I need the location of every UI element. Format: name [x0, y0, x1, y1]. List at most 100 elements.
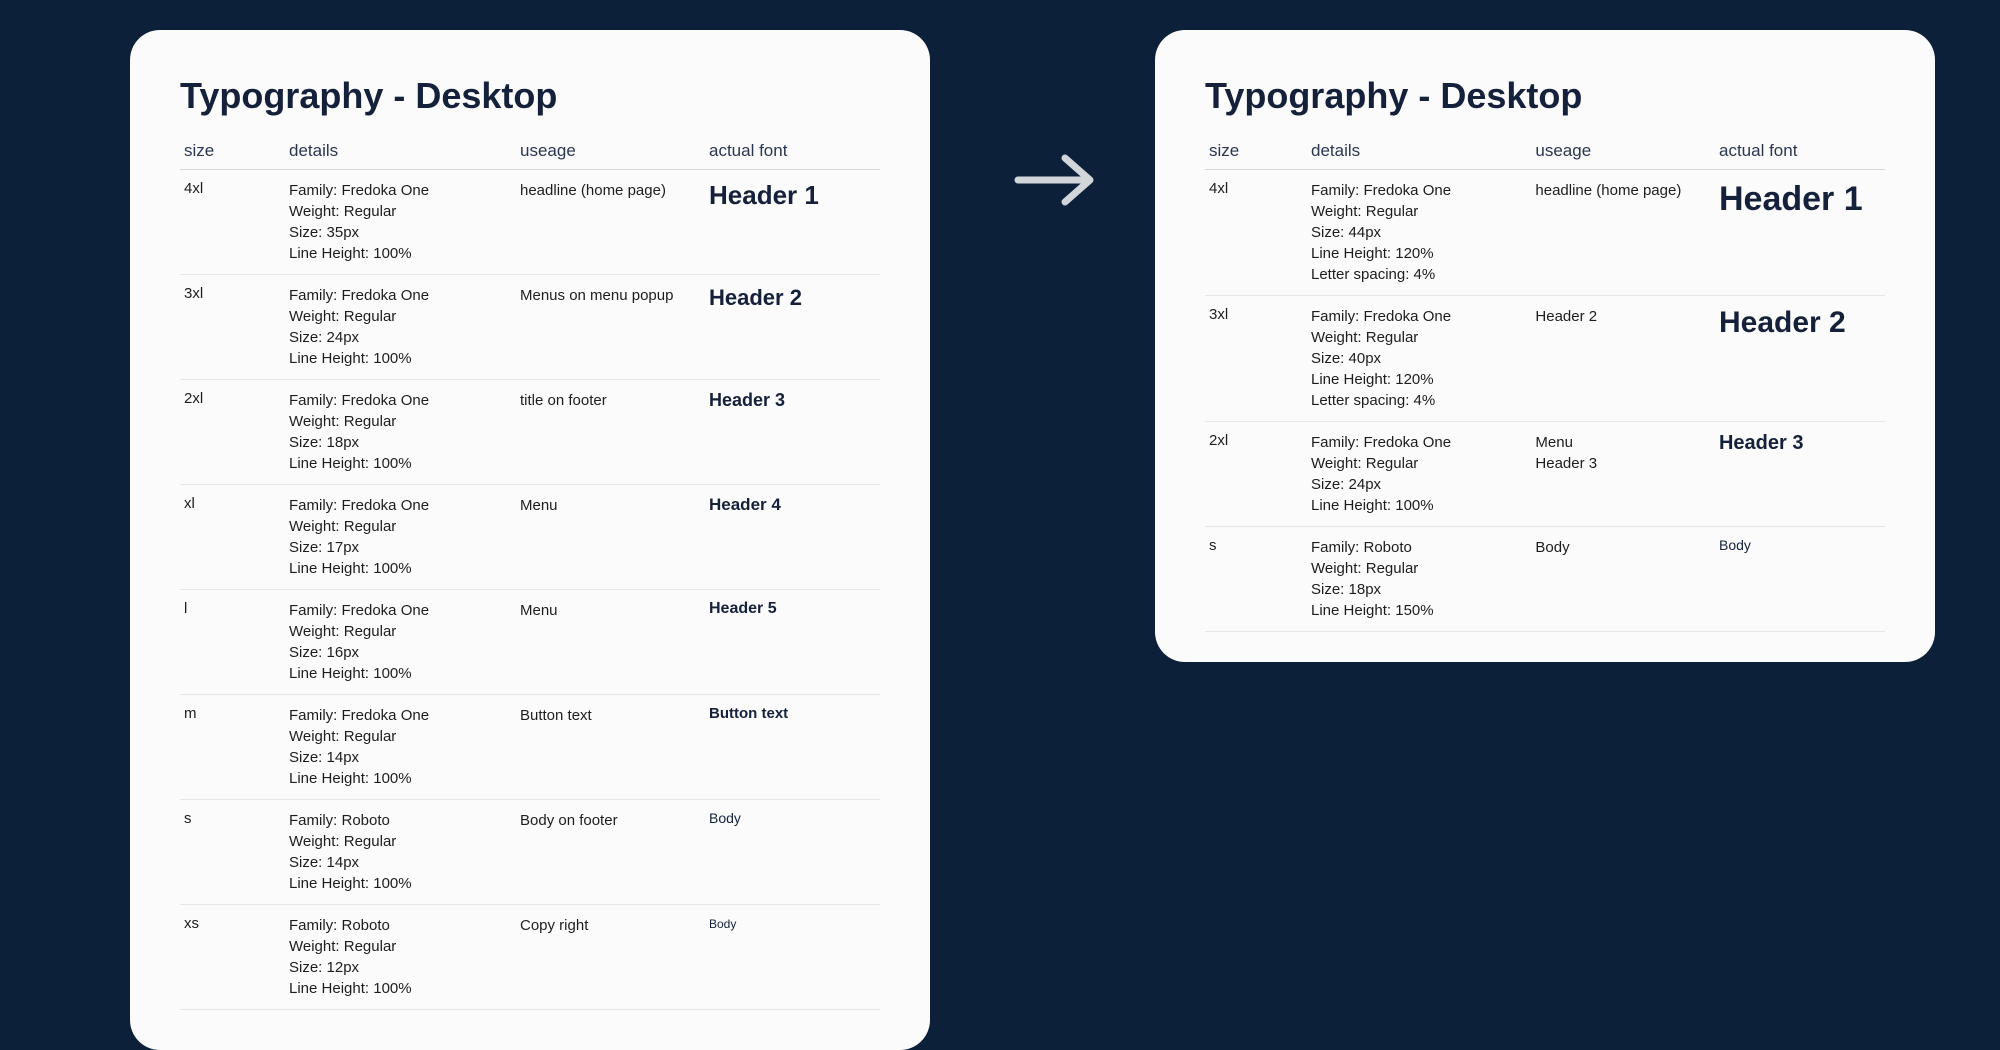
cell-details: Family: Fredoka OneWeight: RegularSize: …: [285, 275, 516, 380]
actual-font-sample: Header 1: [1719, 180, 1863, 218]
details-line: Size: 14px: [289, 852, 512, 873]
details-line: Family: Fredoka One: [289, 180, 512, 201]
card-title: Typography - Desktop: [1205, 75, 1885, 117]
details-line: Line Height: 100%: [289, 873, 512, 894]
cell-actual-font: Body: [1715, 527, 1885, 632]
actual-font-sample: Header 2: [1719, 306, 1846, 339]
cell-actual-font: Button text: [705, 695, 880, 800]
table-header-row: size details useage actual font: [180, 137, 880, 170]
details-line: Size: 12px: [289, 957, 512, 978]
details-line: Size: 35px: [289, 222, 512, 243]
details-line: Line Height: 100%: [289, 453, 512, 474]
cell-actual-font: Header 5: [705, 590, 880, 695]
col-header-actual: actual font: [1715, 137, 1885, 170]
arrow-right-icon: [1010, 150, 1100, 215]
cell-usage: Copy right: [516, 905, 705, 1010]
cell-details: Family: Fredoka OneWeight: RegularSize: …: [285, 380, 516, 485]
cell-details: Family: Fredoka OneWeight: RegularSize: …: [1307, 422, 1531, 527]
cell-actual-font: Header 3: [705, 380, 880, 485]
cell-actual-font: Header 4: [705, 485, 880, 590]
actual-font-sample: Header 3: [709, 390, 785, 410]
table-row: lFamily: Fredoka OneWeight: RegularSize:…: [180, 590, 880, 695]
cell-actual-font: Header 3: [1715, 422, 1885, 527]
details-line: Weight: Regular: [289, 306, 512, 327]
details-line: Family: Fredoka One: [289, 495, 512, 516]
details-line: Size: 16px: [289, 642, 512, 663]
details-line: Weight: Regular: [289, 936, 512, 957]
table-row: 2xlFamily: Fredoka OneWeight: RegularSiz…: [1205, 422, 1885, 527]
cell-details: Family: RobotoWeight: RegularSize: 12pxL…: [285, 905, 516, 1010]
usage-line: Header 3: [1535, 453, 1711, 474]
table-row: 4xlFamily: Fredoka OneWeight: RegularSiz…: [180, 170, 880, 275]
col-header-actual: actual font: [705, 137, 880, 170]
usage-line: Body on footer: [520, 810, 701, 831]
details-line: Line Height: 100%: [289, 243, 512, 264]
actual-font-sample: Header 4: [709, 495, 781, 514]
cell-actual-font: Body: [705, 800, 880, 905]
table-row: 3xlFamily: Fredoka OneWeight: RegularSiz…: [1205, 296, 1885, 422]
table-body-left: 4xlFamily: Fredoka OneWeight: RegularSiz…: [180, 170, 880, 1010]
table-row: 3xlFamily: Fredoka OneWeight: RegularSiz…: [180, 275, 880, 380]
actual-font-sample: Body: [709, 917, 736, 931]
details-line: Family: Fredoka One: [1311, 180, 1527, 201]
cell-size: l: [180, 590, 285, 695]
cell-usage: MenuHeader 3: [1531, 422, 1715, 527]
details-line: Size: 18px: [289, 432, 512, 453]
cell-size: s: [180, 800, 285, 905]
usage-line: Header 2: [1535, 306, 1711, 327]
usage-line: Menu: [1535, 432, 1711, 453]
details-line: Family: Fredoka One: [1311, 306, 1527, 327]
col-header-size: size: [180, 137, 285, 170]
cell-size: 3xl: [180, 275, 285, 380]
typography-table: size details useage actual font 4xlFamil…: [180, 137, 880, 1010]
details-line: Family: Fredoka One: [289, 285, 512, 306]
cell-usage: Header 2: [1531, 296, 1715, 422]
cell-details: Family: Fredoka OneWeight: RegularSize: …: [1307, 170, 1531, 296]
actual-font-sample: Header 5: [709, 600, 777, 617]
table-row: sFamily: RobotoWeight: RegularSize: 18px…: [1205, 527, 1885, 632]
cell-details: Family: Fredoka OneWeight: RegularSize: …: [285, 485, 516, 590]
details-line: Size: 40px: [1311, 348, 1527, 369]
details-line: Line Height: 120%: [1311, 369, 1527, 390]
details-line: Line Height: 100%: [289, 768, 512, 789]
actual-font-sample: Header 1: [709, 180, 819, 210]
cell-actual-font: Header 1: [1715, 170, 1885, 296]
cell-size: 2xl: [1205, 422, 1307, 527]
details-line: Weight: Regular: [289, 621, 512, 642]
cell-actual-font: Header 1: [705, 170, 880, 275]
col-header-details: details: [1307, 137, 1531, 170]
actual-font-sample: Header 2: [709, 285, 802, 310]
typography-card-after: Typography - Desktop size details useage…: [1155, 30, 1935, 662]
details-line: Line Height: 100%: [1311, 495, 1527, 516]
table-header-row: size details useage actual font: [1205, 137, 1885, 170]
details-line: Family: Roboto: [1311, 537, 1527, 558]
actual-font-sample: Body: [709, 810, 741, 826]
table-body-right: 4xlFamily: Fredoka OneWeight: RegularSiz…: [1205, 170, 1885, 632]
table-row: 4xlFamily: Fredoka OneWeight: RegularSiz…: [1205, 170, 1885, 296]
cell-size: xl: [180, 485, 285, 590]
cell-size: 3xl: [1205, 296, 1307, 422]
details-line: Weight: Regular: [1311, 327, 1527, 348]
cell-size: m: [180, 695, 285, 800]
cell-actual-font: Header 2: [705, 275, 880, 380]
actual-font-sample: Body: [1719, 537, 1751, 553]
col-header-details: details: [285, 137, 516, 170]
cell-size: 4xl: [180, 170, 285, 275]
details-line: Weight: Regular: [1311, 453, 1527, 474]
actual-font-sample: Header 3: [1719, 432, 1804, 454]
details-line: Line Height: 150%: [1311, 600, 1527, 621]
details-line: Family: Roboto: [289, 810, 512, 831]
details-line: Weight: Regular: [1311, 558, 1527, 579]
cell-details: Family: RobotoWeight: RegularSize: 14pxL…: [285, 800, 516, 905]
table-row: xsFamily: RobotoWeight: RegularSize: 12p…: [180, 905, 880, 1010]
details-line: Size: 24px: [1311, 474, 1527, 495]
usage-line: Copy right: [520, 915, 701, 936]
cell-size: s: [1205, 527, 1307, 632]
col-header-usage: useage: [1531, 137, 1715, 170]
details-line: Family: Fredoka One: [289, 600, 512, 621]
actual-font-sample: Button text: [709, 705, 788, 722]
details-line: Weight: Regular: [289, 516, 512, 537]
details-line: Family: Fredoka One: [289, 705, 512, 726]
details-line: Line Height: 100%: [289, 663, 512, 684]
usage-line: title on footer: [520, 390, 701, 411]
